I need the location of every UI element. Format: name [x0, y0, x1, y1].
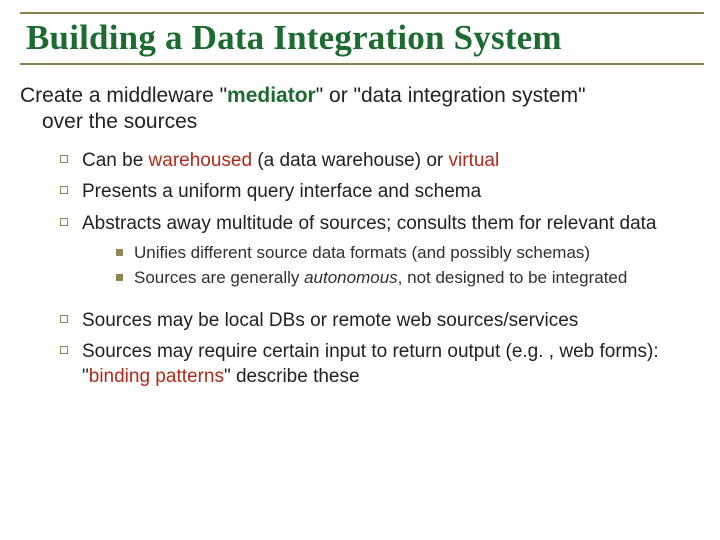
list-item: Abstracts away multitude of sources; con…: [60, 211, 704, 290]
b4-text: Sources may be local DBs or remote web s…: [82, 310, 578, 331]
sub-bullet-list: Unifies different source data formats (a…: [82, 242, 704, 290]
slide: { "title": "Building a Data Integration …: [0, 0, 720, 540]
intro-line-2: over the sources: [20, 109, 704, 135]
intro-part-2: " or "data integration system": [316, 84, 586, 107]
list-item: Sources are generally autonomous, not de…: [116, 267, 704, 289]
b5-binding: binding patterns: [89, 366, 224, 387]
b3-text: Abstracts away multitude of sources; con…: [82, 213, 657, 234]
list-item: Can be warehoused (a data warehouse) or …: [60, 148, 704, 173]
b1-part-1: Can be: [82, 150, 149, 171]
list-item: Presents a uniform query interface and s…: [60, 179, 704, 204]
b1-part-2: (a data warehouse) or: [252, 150, 448, 171]
list-item: Sources may require certain input to ret…: [60, 339, 704, 389]
b5-part-2: " describe these: [224, 366, 360, 387]
slide-title: Building a Data Integration System: [26, 18, 704, 57]
intro-text: Create a middleware "mediator" or "data …: [20, 83, 704, 134]
sub2-autonomous: autonomous: [304, 268, 398, 287]
sub1-text: Unifies different source data formats (a…: [134, 243, 590, 262]
list-item: Unifies different source data formats (a…: [116, 242, 704, 264]
list-item: Sources may be local DBs or remote web s…: [60, 308, 704, 333]
title-container: Building a Data Integration System: [20, 12, 704, 65]
b1-warehoused: warehoused: [149, 150, 253, 171]
bullet-list: Can be warehoused (a data warehouse) or …: [20, 148, 704, 388]
sub2-part-1: Sources are generally: [134, 268, 304, 287]
b2-text: Presents a uniform query interface and s…: [82, 181, 481, 202]
b1-virtual: virtual: [449, 150, 500, 171]
spacer: [60, 300, 704, 308]
intro-mediator: mediator: [227, 84, 316, 107]
intro-part-1: Create a middleware ": [20, 84, 227, 107]
sub2-part-2: , not designed to be integrated: [398, 268, 628, 287]
